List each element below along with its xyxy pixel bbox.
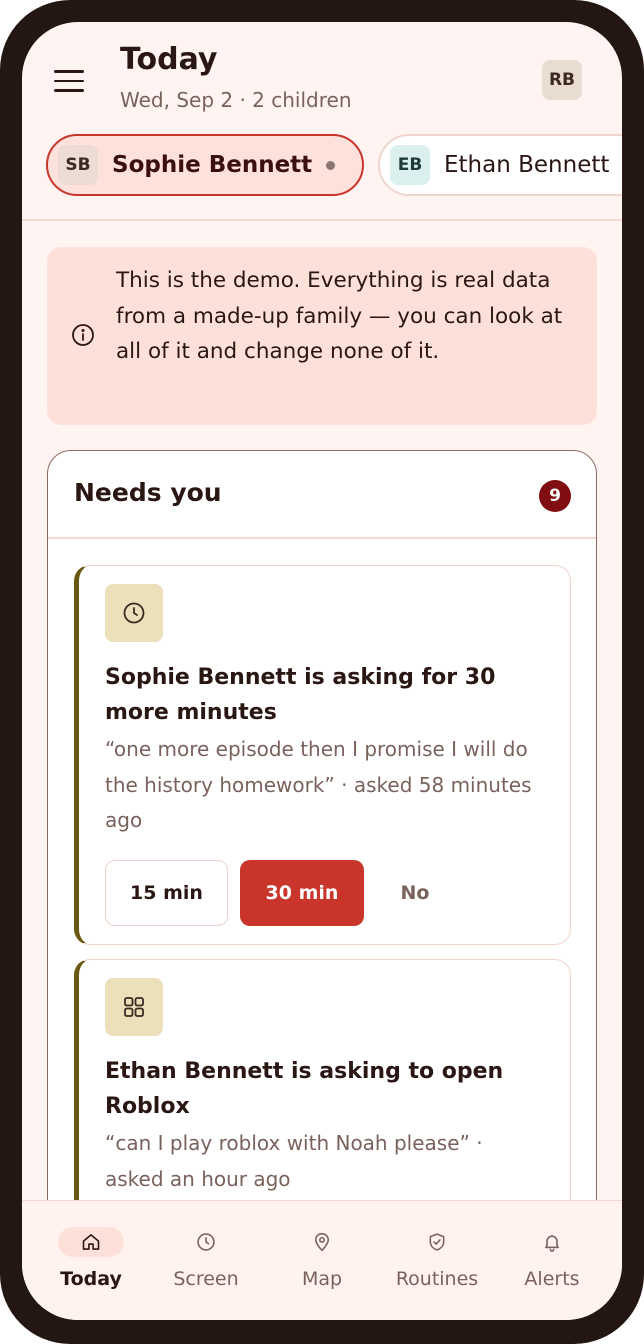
selected-dot xyxy=(326,160,336,170)
info-icon xyxy=(72,324,94,346)
clock-icon xyxy=(173,1227,239,1257)
demo-banner: This is the demo. Everything is real dat… xyxy=(47,247,597,425)
child-chip-ethan[interactable]: EB Ethan Bennett xyxy=(378,134,622,196)
menu-icon[interactable] xyxy=(54,70,84,92)
app-screen: Today Wed, Sep 2 · 2 children RB SB Soph… xyxy=(22,22,622,1320)
nav-map[interactable]: Map xyxy=(264,1201,380,1311)
bottom-nav: Today Screen Map Routines Alerts xyxy=(22,1200,622,1320)
needs-you-card: Needs you 9 Sophie Bennett is asking for… xyxy=(47,450,597,1320)
map-pin-icon xyxy=(289,1227,355,1257)
grant-15-min-button[interactable]: 15 min xyxy=(105,860,228,926)
grant-30-min-button[interactable]: 30 min xyxy=(240,860,364,926)
nav-routines[interactable]: Routines xyxy=(379,1201,495,1311)
request-type-badge xyxy=(105,584,163,642)
page-subtitle: Wed, Sep 2 · 2 children xyxy=(120,88,352,112)
request-quote: “can I play roblox with Noah please” · a… xyxy=(105,1131,483,1191)
divider xyxy=(48,537,596,539)
page-title: Today xyxy=(120,42,218,77)
child-name: Ethan Bennett xyxy=(444,152,610,178)
request-quote: “one more episode then I promise I will … xyxy=(105,737,532,832)
nav-label: Alerts xyxy=(524,1268,580,1290)
deny-button[interactable]: No xyxy=(375,860,455,926)
home-icon xyxy=(58,1227,124,1257)
nav-label: Routines xyxy=(395,1268,479,1290)
header-divider xyxy=(22,219,622,221)
child-selector: SB Sophie Bennett EB Ethan Bennett xyxy=(46,134,622,200)
shield-check-icon xyxy=(404,1227,470,1257)
nav-alerts[interactable]: Alerts xyxy=(494,1201,610,1311)
request-type-badge xyxy=(105,978,163,1036)
nav-label: Today xyxy=(60,1268,122,1290)
child-chip-sophie[interactable]: SB Sophie Bennett xyxy=(46,134,364,196)
nav-today[interactable]: Today xyxy=(33,1201,149,1311)
child-avatar: SB xyxy=(58,145,98,185)
demo-banner-text: This is the demo. Everything is real dat… xyxy=(116,268,563,364)
nav-label: Screen xyxy=(173,1268,239,1290)
request-title: Ethan Bennett is asking to open Roblox xyxy=(105,1059,504,1119)
apps-grid-icon xyxy=(124,997,144,1017)
nav-screen[interactable]: Screen xyxy=(148,1201,264,1311)
request-card: Sophie Bennett is asking for 30 more min… xyxy=(74,565,571,945)
needs-you-title: Needs you xyxy=(74,478,222,507)
child-avatar: EB xyxy=(390,145,430,185)
user-avatar[interactable]: RB xyxy=(542,60,582,100)
phone-frame: Today Wed, Sep 2 · 2 children RB SB Soph… xyxy=(0,0,644,1344)
clock-icon xyxy=(123,602,145,624)
request-title: Sophie Bennett is asking for 30 more min… xyxy=(105,665,496,725)
needs-you-count-badge: 9 xyxy=(539,480,571,512)
child-name: Sophie Bennett xyxy=(112,152,313,178)
bell-icon xyxy=(519,1227,585,1257)
nav-label: Map xyxy=(301,1268,343,1290)
